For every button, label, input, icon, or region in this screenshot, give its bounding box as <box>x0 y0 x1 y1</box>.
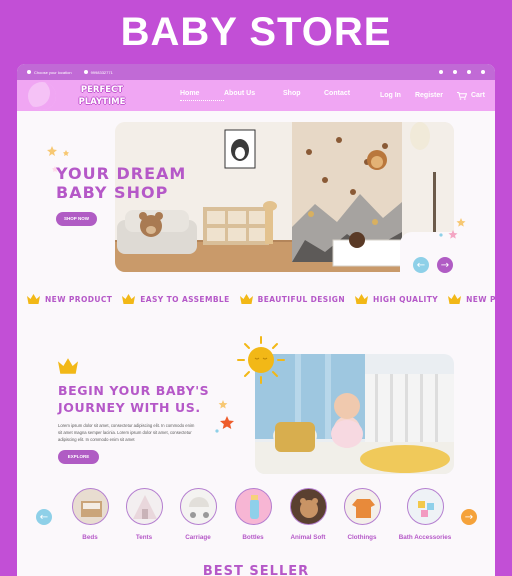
twitter-icon[interactable] <box>453 70 457 74</box>
login-link[interactable]: Log In <box>380 92 401 99</box>
journey-title-line-2: JOURNEY WITH US. <box>58 400 201 415</box>
phone-info: 9998332771 <box>83 69 113 75</box>
star-decoration-icon <box>215 400 234 433</box>
ticker-item: BEAUTIFUL DESIGN <box>239 294 346 304</box>
nav-account: Log In Register Cart <box>380 91 485 100</box>
shop-now-button[interactable]: SHOP NOW <box>56 212 97 226</box>
hero-title-line-1: YOUR DREAM <box>56 164 187 183</box>
cart-icon <box>456 91 467 100</box>
hero-title-line-2: BABY SHOP <box>56 183 169 202</box>
category-label: Carriage <box>185 534 211 541</box>
location-icon <box>27 70 31 74</box>
page-title: BABY STORE <box>120 10 392 54</box>
location-label: Choose your location <box>34 69 72 75</box>
sun-icon <box>237 336 285 384</box>
crown-icon <box>448 294 462 304</box>
tents-thumbnail <box>125 488 163 525</box>
clothings-thumbnail <box>343 488 381 525</box>
ticker-item: NEW PRODUCT <box>27 294 112 304</box>
journey-description: Lorem ipsum dolor sit amet, consectetur … <box>58 422 223 443</box>
category-animal-soft[interactable]: Animal Soft <box>278 488 338 541</box>
category-label: Bath Accessories <box>398 534 452 541</box>
crown-icon <box>239 294 253 304</box>
category-clothings[interactable]: Clothings <box>332 488 392 541</box>
category-bottles[interactable]: Bottles <box>223 488 283 541</box>
cart-label: Cart <box>470 92 485 99</box>
logo[interactable]: PERFECT PLAYTIME <box>67 84 137 108</box>
category-label: Animal Soft <box>290 534 326 541</box>
star-decoration-icon <box>439 218 466 239</box>
logo-line-1: PERFECT <box>80 84 124 95</box>
cart-button[interactable]: Cart <box>456 91 485 100</box>
instagram-icon[interactable] <box>467 70 471 74</box>
ticker-label: NEW PRODUCT <box>45 294 113 304</box>
carriage-thumbnail <box>179 488 217 525</box>
explore-button[interactable]: EXPLORE <box>58 450 99 464</box>
category-tents[interactable]: Tents <box>114 488 174 541</box>
best-seller-heading: BEST SELLER <box>202 564 310 576</box>
nav-shop[interactable]: Shop <box>283 90 324 101</box>
ticker-item: EASY TO ASSEMBLE <box>122 294 229 304</box>
nav-about[interactable]: About Us <box>224 90 283 101</box>
category-carriage[interactable]: Carriage <box>168 488 228 541</box>
top-bar: Choose your location 9998332771 <box>17 64 495 80</box>
journey-text-line: sit amet magna semper lacinia. Lorem ips… <box>58 430 192 435</box>
category-prev-arrow-icon[interactable]: ← <box>36 509 52 525</box>
beds-thumbnail <box>71 488 109 525</box>
crown-icon <box>58 358 78 374</box>
journey-text-line: adipiscing elit. In commodo enim sit ame… <box>58 437 135 442</box>
journey-text-line: Lorem ipsum dolor sit amet, consectetur … <box>58 423 195 428</box>
nav-links: Home About Us Shop Contact <box>180 90 368 101</box>
phone-number: 9998332771 <box>90 69 113 75</box>
register-link[interactable]: Register <box>415 92 443 99</box>
crown-icon <box>27 294 40 304</box>
bath-accessories-thumbnail <box>406 488 444 525</box>
ticker-label: HIGH QUALITY <box>373 294 439 304</box>
ticker-label: EASY TO ASSEMBLE <box>140 294 230 304</box>
nav-contact[interactable]: Contact <box>324 90 368 101</box>
animal-soft-thumbnail <box>289 488 327 525</box>
category-next-arrow-icon[interactable]: → <box>461 509 477 525</box>
category-beds[interactable]: Beds <box>60 488 120 541</box>
bottles-thumbnail <box>234 488 272 525</box>
hero-next-arrow-icon[interactable]: → <box>437 257 453 273</box>
ticker-label: BEAUTIFUL DESIGN <box>257 294 346 304</box>
phone-icon <box>83 70 88 74</box>
crown-icon <box>122 294 136 304</box>
category-label: Tents <box>135 534 153 541</box>
nav-home[interactable]: Home <box>180 90 224 101</box>
main-nav: PERFECT PLAYTIME Home About Us Shop Cont… <box>17 80 495 111</box>
location-selector[interactable]: Choose your location <box>27 70 72 75</box>
feature-ticker: NEW PRODUCT EASY TO ASSEMBLE BEAUTIFUL D… <box>17 292 495 306</box>
crown-icon <box>355 294 369 304</box>
logo-line-2: PLAYTIME <box>78 96 126 107</box>
hero-title: YOUR DREAM BABY SHOP <box>56 164 186 202</box>
website-frame: Choose your location 9998332771 PERFECT … <box>17 64 495 576</box>
moon-decoration <box>28 82 56 110</box>
category-label: Beds <box>82 534 98 541</box>
ticker-item: NEW P <box>448 294 495 304</box>
facebook-icon[interactable] <box>439 70 443 74</box>
category-label: Bottles <box>242 534 264 541</box>
journey-title: BEGIN YOUR BABY'S JOURNEY WITH US. <box>58 382 209 416</box>
journey-title-line-1: BEGIN YOUR BABY'S <box>58 383 210 398</box>
hero-prev-arrow-icon[interactable]: ← <box>413 257 429 273</box>
category-bath-accessories[interactable]: Bath Accessories <box>395 488 455 541</box>
category-carousel: ← → Beds Tents Carriage Bottles Animal S… <box>17 488 495 548</box>
social-links <box>439 70 485 74</box>
ticker-item: HIGH QUALITY <box>355 294 438 304</box>
category-label: Clothings <box>347 534 377 541</box>
youtube-icon[interactable] <box>481 70 485 74</box>
ticker-label: NEW P <box>466 294 495 304</box>
